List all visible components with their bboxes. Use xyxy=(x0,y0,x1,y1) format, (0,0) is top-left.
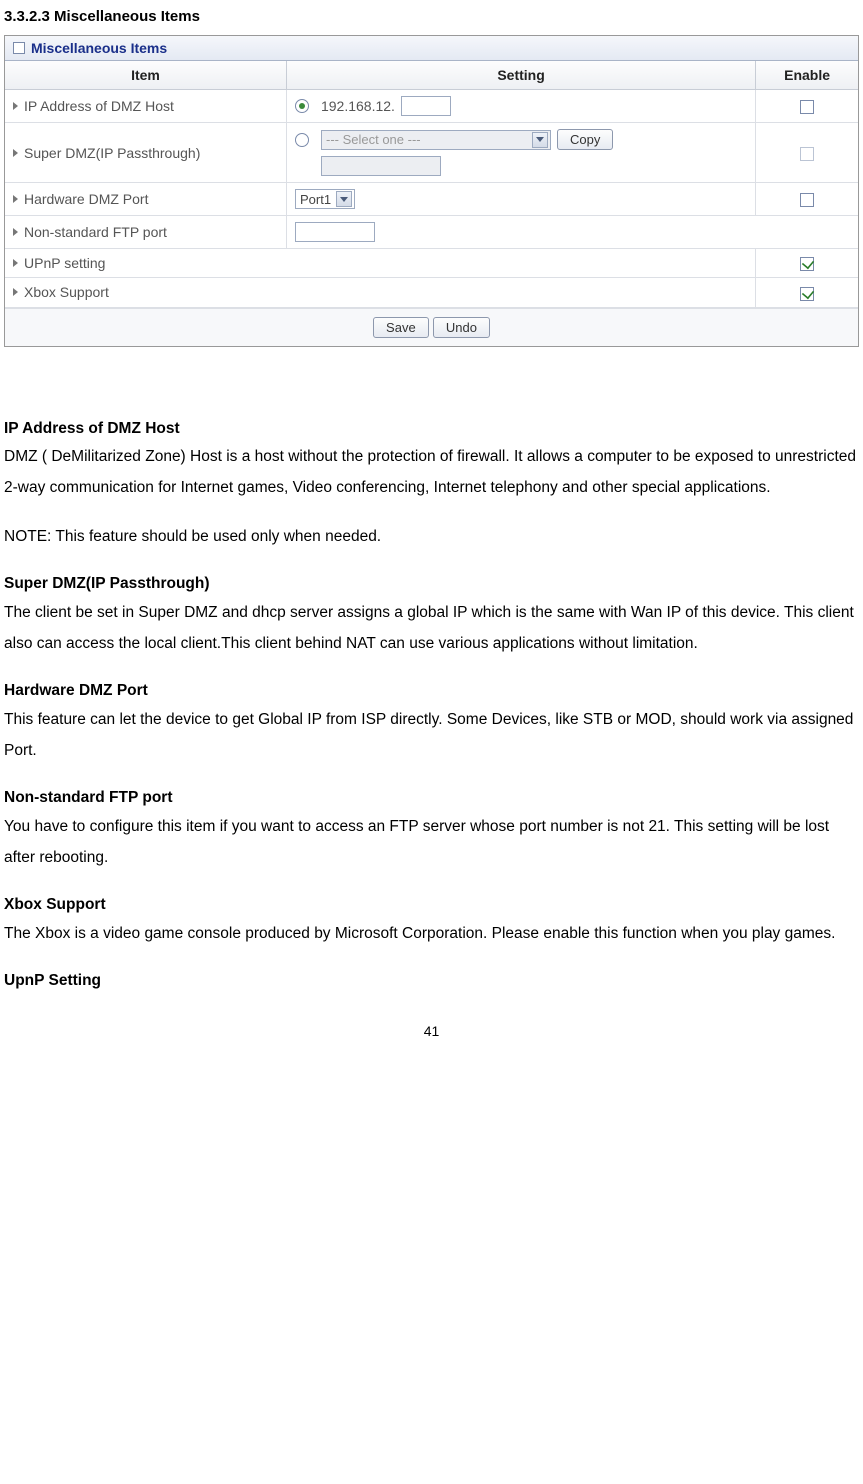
chevron-down-icon xyxy=(340,197,348,202)
row-ftp-port: Non-standard FTP port xyxy=(5,216,858,249)
button-row: Save Undo xyxy=(5,308,858,346)
ip-suffix-input[interactable] xyxy=(401,96,451,116)
arrow-icon xyxy=(13,259,18,267)
copy-button[interactable]: Copy xyxy=(557,129,613,150)
section-heading: 3.3.2.3 Miscellaneous Items xyxy=(4,8,859,25)
save-button[interactable]: Save xyxy=(373,317,429,338)
label-dmz-host: IP Address of DMZ Host xyxy=(24,98,174,114)
label-hw-dmz: Hardware DMZ Port xyxy=(24,191,148,207)
heading-ftp: Non-standard FTP port xyxy=(4,786,859,811)
para-xbox: The Xbox is a video game console produce… xyxy=(4,918,859,949)
arrow-icon xyxy=(13,195,18,203)
enable-hw-dmz-checkbox[interactable] xyxy=(800,193,814,207)
para-dmz-host: DMZ ( DeMilitarized Zone) Host is a host… xyxy=(4,441,859,503)
row-dmz-host: IP Address of DMZ Host 192.168.12. xyxy=(5,90,858,123)
enable-upnp-checkbox[interactable] xyxy=(800,257,814,271)
row-upnp: UPnP setting xyxy=(5,249,858,278)
ip-prefix: 192.168.12. xyxy=(321,98,395,114)
label-upnp: UPnP setting xyxy=(24,255,105,271)
heading-dmz-host: IP Address of DMZ Host xyxy=(4,417,859,442)
heading-super-dmz: Super DMZ(IP Passthrough) xyxy=(4,572,859,597)
panel-icon xyxy=(13,42,25,54)
undo-button[interactable]: Undo xyxy=(433,317,490,338)
row-xbox: Xbox Support xyxy=(5,278,858,307)
heading-upnp: UpnP Setting xyxy=(4,969,859,994)
super-dmz-text-input[interactable] xyxy=(321,156,441,176)
select-hw-dmz-port-value: Port1 xyxy=(300,192,331,207)
arrow-icon xyxy=(13,288,18,296)
select-super-dmz-value: --- Select one --- xyxy=(326,132,421,147)
th-setting: Setting xyxy=(286,61,755,90)
para-super-dmz: The client be set in Super DMZ and dhcp … xyxy=(4,597,859,659)
select-hw-dmz-port[interactable]: Port1 xyxy=(295,189,355,209)
radio-dmz-ip[interactable] xyxy=(295,99,309,113)
page-number: 41 xyxy=(4,1023,859,1039)
row-super-dmz: Super DMZ(IP Passthrough) --- Select one… xyxy=(5,123,858,183)
ftp-port-input[interactable] xyxy=(295,222,375,242)
label-xbox: Xbox Support xyxy=(24,284,109,300)
heading-xbox: Xbox Support xyxy=(4,893,859,918)
radio-super-dmz[interactable] xyxy=(295,133,309,147)
enable-dmz-host-checkbox[interactable] xyxy=(800,100,814,114)
heading-hw-dmz: Hardware DMZ Port xyxy=(4,679,859,704)
misc-items-panel: Miscellaneous Items Item Setting Enable … xyxy=(4,35,859,347)
th-item: Item xyxy=(5,61,286,90)
panel-title: Miscellaneous Items xyxy=(31,40,167,56)
select-arrow-btn xyxy=(532,132,548,148)
arrow-icon xyxy=(13,228,18,236)
chevron-down-icon xyxy=(536,137,544,142)
label-ftp-port: Non-standard FTP port xyxy=(24,224,167,240)
arrow-icon xyxy=(13,149,18,157)
arrow-icon xyxy=(13,102,18,110)
select-arrow-btn xyxy=(336,191,352,207)
para-note: NOTE: This feature should be used only w… xyxy=(4,521,859,552)
th-enable: Enable xyxy=(756,61,858,90)
para-hw-dmz: This feature can let the device to get G… xyxy=(4,704,859,766)
row-hw-dmz: Hardware DMZ Port Port1 xyxy=(5,183,858,216)
enable-super-dmz-checkbox[interactable] xyxy=(800,147,814,161)
panel-header: Miscellaneous Items xyxy=(5,36,858,61)
label-super-dmz: Super DMZ(IP Passthrough) xyxy=(24,145,200,161)
select-super-dmz[interactable]: --- Select one --- xyxy=(321,130,551,150)
settings-table: Item Setting Enable IP Address of DMZ Ho… xyxy=(5,61,858,308)
document-body: IP Address of DMZ Host DMZ ( DeMilitariz… xyxy=(4,417,859,994)
enable-xbox-checkbox[interactable] xyxy=(800,287,814,301)
para-ftp: You have to configure this item if you w… xyxy=(4,811,859,873)
